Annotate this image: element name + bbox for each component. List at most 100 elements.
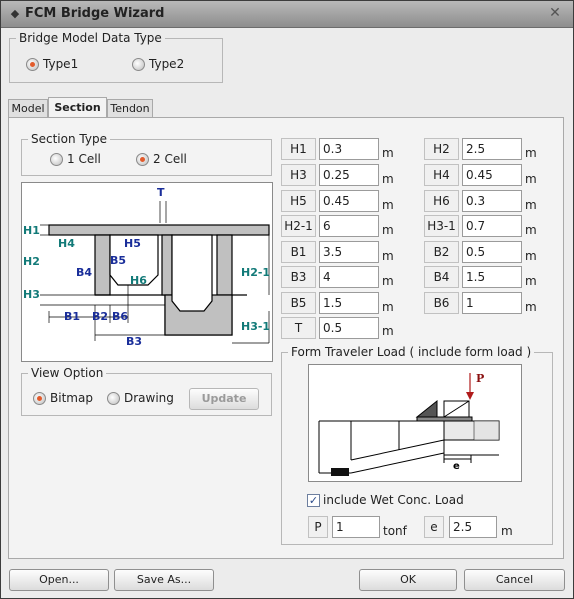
param-label-b2: B2 — [424, 241, 459, 263]
param-input-h3-1[interactable]: 0.7 — [462, 215, 522, 237]
diagram-label-b6: B6 — [112, 310, 128, 323]
section-type-legend: Section Type — [31, 132, 107, 146]
diagram-label-h3-1: H3-1 — [241, 320, 270, 333]
param-label-b3: B3 — [281, 266, 316, 288]
radio-type1[interactable]: Type1 — [26, 57, 78, 71]
load-e-input[interactable]: 2.5 — [449, 516, 497, 538]
param-unit: m — [382, 198, 394, 212]
param-input-h5[interactable]: 0.45 — [319, 190, 379, 212]
form-traveler-diagram: P e — [308, 364, 522, 482]
form-traveler-legend: Form Traveler Load ( include form load ) — [291, 345, 532, 359]
param-unit: m — [382, 249, 394, 263]
diagram-label-h1: H1 — [23, 224, 40, 237]
param-input-h2[interactable]: 2.5 — [462, 138, 522, 160]
param-input-b6[interactable]: 1 — [462, 292, 522, 314]
section-diagram: T H1 H2 H3 H4 H5 H6 B4 B5 B1 B2 B6 B3 H2… — [21, 182, 273, 362]
include-wet-label: include Wet Conc. Load — [323, 493, 464, 507]
param-unit: m — [525, 146, 537, 160]
param-input-b5[interactable]: 1.5 — [319, 292, 379, 314]
ok-button[interactable]: OK — [359, 569, 457, 591]
radio-2-cell[interactable]: 2 Cell — [136, 152, 187, 166]
title-bar[interactable]: ◆ FCM Bridge Wizard ✕ — [1, 1, 573, 28]
param-unit: m — [382, 324, 394, 338]
open-button[interactable]: Open... — [9, 569, 109, 591]
param-unit: m — [525, 198, 537, 212]
tab-section[interactable]: Section — [48, 97, 107, 118]
param-label-b5: B5 — [281, 292, 316, 314]
view-option-legend: View Option — [31, 366, 104, 380]
form-traveler-diagram-svg: P e — [318, 372, 500, 476]
param-input-h4[interactable]: 0.45 — [462, 164, 522, 186]
radio-unselected-icon — [132, 57, 145, 71]
diagram-label-h5: H5 — [124, 237, 141, 250]
radio-1-cell[interactable]: 1 Cell — [50, 152, 101, 166]
param-input-b3[interactable]: 4 — [319, 266, 379, 288]
param-unit: m — [525, 223, 537, 237]
param-label-t: T — [281, 317, 316, 339]
radio-2-cell-label: 2 Cell — [153, 152, 187, 166]
load-p-label: P — [308, 516, 328, 538]
param-input-b4[interactable]: 1.5 — [462, 266, 522, 288]
param-input-h3[interactable]: 0.25 — [319, 164, 379, 186]
param-label-h2-1: H2-1 — [281, 215, 316, 237]
param-unit: m — [525, 274, 537, 288]
param-unit: m — [382, 274, 394, 288]
param-input-b2[interactable]: 0.5 — [462, 241, 522, 263]
section-diagram-svg: T H1 H2 H3 H4 H5 H6 B4 B5 B1 B2 B6 B3 H2… — [23, 186, 270, 348]
traveler-e-label: e — [453, 461, 460, 472]
diagram-label-b2: B2 — [92, 310, 108, 323]
param-input-t[interactable]: 0.5 — [319, 317, 379, 339]
radio-type2-label: Type2 — [149, 57, 185, 71]
close-icon[interactable]: ✕ — [547, 5, 563, 21]
diagram-label-t: T — [157, 186, 165, 199]
radio-bitmap[interactable]: Bitmap — [33, 391, 93, 405]
param-label-b1: B1 — [281, 241, 316, 263]
tab-model[interactable]: Model — [8, 99, 48, 117]
window-title: FCM Bridge Wizard — [25, 6, 165, 21]
radio-1-cell-label: 1 Cell — [67, 152, 101, 166]
param-unit: m — [525, 300, 537, 314]
diagram-label-b5: B5 — [110, 254, 126, 267]
diagram-label-h4: H4 — [58, 237, 75, 250]
include-wet-checkbox[interactable]: ✓ — [307, 494, 320, 507]
param-label-h4: H4 — [424, 164, 459, 186]
param-input-h1[interactable]: 0.3 — [319, 138, 379, 160]
app-icon: ◆ — [10, 7, 20, 20]
radio-selected-icon — [26, 57, 39, 71]
param-unit: m — [382, 172, 394, 186]
radio-bitmap-label: Bitmap — [50, 391, 93, 405]
param-label-h1: H1 — [281, 138, 316, 160]
wizard-window: ◆ FCM Bridge Wizard ✕ Bridge Model Data … — [0, 0, 574, 599]
param-unit: m — [525, 249, 537, 263]
load-p-input[interactable]: 1 — [332, 516, 380, 538]
cancel-button[interactable]: Cancel — [464, 569, 565, 591]
tab-tendon[interactable]: Tendon — [107, 99, 153, 117]
param-input-b1[interactable]: 3.5 — [319, 241, 379, 263]
param-input-h6[interactable]: 0.3 — [462, 190, 522, 212]
bridge-model-legend: Bridge Model Data Type — [19, 31, 162, 45]
radio-selected-icon — [136, 152, 149, 166]
param-unit: m — [382, 146, 394, 160]
load-p-unit: tonf — [383, 524, 407, 538]
radio-drawing[interactable]: Drawing — [107, 391, 174, 405]
param-label-h2: H2 — [424, 138, 459, 160]
radio-unselected-icon — [50, 152, 63, 166]
save-as-button[interactable]: Save As... — [114, 569, 214, 591]
param-label-h3-1: H3-1 — [424, 215, 459, 237]
load-e-label: e — [424, 516, 444, 538]
diagram-label-h2-1: H2-1 — [241, 266, 270, 279]
traveler-p-label: P — [476, 372, 484, 385]
update-button[interactable]: Update — [189, 388, 259, 410]
diagram-label-b4: B4 — [76, 266, 92, 279]
param-input-h2-1[interactable]: 6 — [319, 215, 379, 237]
diagram-label-b3: B3 — [126, 335, 142, 348]
diagram-label-h2: H2 — [23, 255, 40, 268]
radio-type2[interactable]: Type2 — [132, 57, 184, 71]
diagram-label-h6: H6 — [130, 274, 147, 287]
radio-type1-label: Type1 — [43, 57, 79, 71]
diagram-label-b1: B1 — [64, 310, 80, 323]
diagram-label-h3: H3 — [23, 288, 40, 301]
radio-unselected-icon — [107, 391, 120, 405]
param-label-b4: B4 — [424, 266, 459, 288]
param-label-b6: B6 — [424, 292, 459, 314]
